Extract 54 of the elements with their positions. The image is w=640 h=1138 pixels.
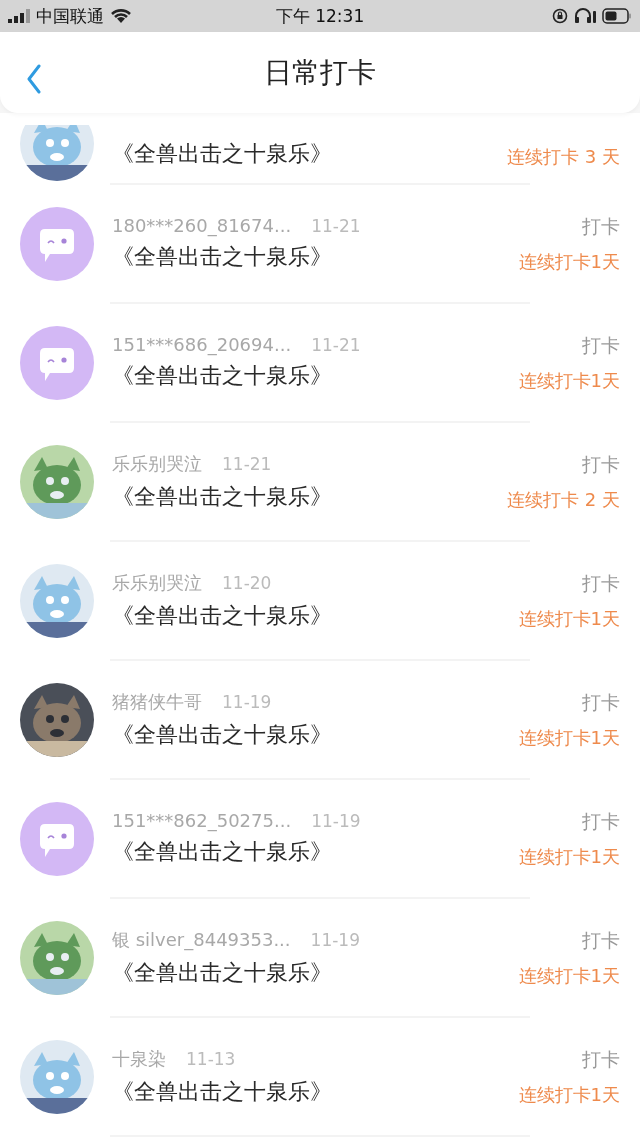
user-name: 乐乐别哭泣	[112, 570, 202, 595]
signal-icon	[8, 9, 30, 23]
post-date: 11-21	[222, 453, 272, 474]
streak-label: 连续打卡1天	[518, 844, 620, 869]
streak-label: 连续打卡1天	[518, 249, 620, 274]
battery-icon	[602, 8, 632, 24]
book-title: 《全兽出击之十泉乐》	[112, 720, 333, 749]
wifi-icon	[110, 8, 132, 24]
streak-label: 连续打卡 3 天	[507, 145, 620, 169]
check-in-label: 打卡	[582, 1046, 620, 1072]
headphones-icon	[574, 8, 596, 24]
check-in-label: 打卡	[582, 451, 620, 477]
post-date: 11-13	[186, 1048, 236, 1069]
user-name: 十泉染	[112, 1046, 166, 1071]
check-in-label: 打卡	[582, 570, 620, 596]
streak-label: 连续打卡1天	[518, 1082, 620, 1107]
book-title: 《全兽出击之十泉乐》	[112, 958, 333, 987]
user-name: 151***686_20694...	[112, 334, 292, 355]
back-icon[interactable]	[26, 64, 42, 94]
streak-label: 连续打卡 2 天	[507, 487, 620, 512]
post-date: 11-21	[311, 216, 361, 236]
user-name: 猪猪侠牛哥	[112, 689, 202, 714]
default-avatar-icon	[20, 206, 94, 281]
check-in-label: 打卡	[582, 332, 620, 358]
user-name: 银 silver_8449353...	[112, 927, 291, 952]
carrier-name: 中国联通	[36, 4, 104, 28]
check-in-label: 打卡	[582, 927, 620, 953]
book-title: 《全兽出击之十泉乐》	[112, 140, 333, 168]
streak-label: 连续打卡1天	[518, 606, 620, 631]
check-in-label: 打卡	[582, 213, 620, 239]
book-title: 《全兽出击之十泉乐》	[112, 838, 333, 866]
check-in-label: 打卡	[582, 689, 620, 715]
rotation-lock-icon	[552, 8, 568, 24]
user-name: 151***862_50275...	[112, 810, 292, 831]
book-title: 《全兽出击之十泉乐》	[112, 1077, 333, 1106]
default-avatar-icon	[20, 801, 94, 876]
clock-time: 下午 12:31	[275, 4, 365, 28]
streak-label: 连续打卡1天	[518, 963, 620, 988]
book-title: 《全兽出击之十泉乐》	[112, 243, 333, 271]
user-name: 180***260_81674...	[112, 215, 292, 236]
book-title: 《全兽出击之十泉乐》	[112, 601, 333, 630]
book-title: 《全兽出击之十泉乐》	[112, 362, 333, 390]
streak-label: 连续打卡1天	[518, 725, 620, 750]
check-in-label: 打卡	[582, 808, 620, 834]
post-date: 11-19	[311, 811, 361, 831]
post-date: 11-19	[310, 929, 360, 950]
post-date: 11-21	[311, 335, 361, 355]
page-title: 日常打卡	[264, 54, 376, 91]
streak-label: 连续打卡1天	[518, 368, 620, 393]
post-date: 11-20	[222, 572, 272, 593]
user-name: 乐乐别哭泣	[112, 451, 202, 476]
book-title: 《全兽出击之十泉乐》	[112, 482, 333, 511]
post-date: 11-19	[222, 691, 272, 712]
default-avatar-icon	[20, 325, 94, 400]
